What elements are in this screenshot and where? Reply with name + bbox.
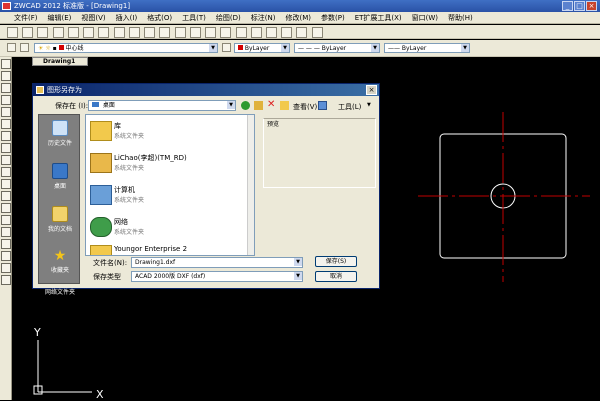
- file-type: 系统文件夹: [114, 229, 145, 236]
- filename-value: Drawing1.dxf: [135, 259, 176, 266]
- list-item[interactable]: Youngor Enterprise 2: [90, 243, 250, 255]
- file-list[interactable]: 库 系统文件夹 LiChao(李超)(TM_RD) 系统文件夹 计算机 系统文件…: [85, 114, 255, 256]
- dialog-title-bar: 图形另存为: [33, 84, 379, 96]
- star-icon: ★: [53, 248, 67, 264]
- place-desktop[interactable]: 桌面: [39, 163, 81, 201]
- history-icon: [52, 120, 68, 136]
- library-folder-icon: [90, 121, 112, 141]
- documents-icon: [52, 206, 68, 222]
- ucs-y-label: Y: [34, 326, 41, 339]
- file-type: 系统文件夹: [114, 133, 145, 140]
- place-favorites[interactable]: ★ 收藏夹: [39, 249, 81, 287]
- cancel-button[interactable]: 取消: [315, 271, 357, 282]
- dialog-app-icon: [36, 86, 44, 94]
- place-network[interactable]: 网络文件夹: [39, 287, 81, 303]
- filetype-value: ACAD 2000版 DXF (dxf): [135, 273, 206, 280]
- file-name: 计算机: [114, 186, 135, 194]
- file-type: 系统文件夹: [114, 197, 145, 204]
- save-as-dialog: 图形另存为 × 保存在 (I): 桌面 ▼ ✕ 查看(V) 工具(L) ▼ 历史…: [32, 83, 380, 296]
- file-name: 库: [114, 122, 121, 130]
- user-folder-icon: [90, 153, 112, 173]
- save-button[interactable]: 保存(S): [315, 256, 357, 267]
- ucs-x-label: X: [96, 388, 104, 401]
- save-in-dropdown[interactable]: 桌面 ▼: [88, 100, 236, 111]
- chevron-down-icon: ▼: [294, 272, 302, 280]
- file-name: Youngor Enterprise 2: [114, 245, 188, 253]
- filename-label: 文件名(N):: [93, 259, 128, 267]
- filetype-dropdown[interactable]: ACAD 2000版 DXF (dxf) ▼: [131, 271, 303, 282]
- place-label: 我的文档: [47, 226, 72, 233]
- place-label: 收藏夹: [50, 267, 69, 274]
- place-label: 网络文件夹: [44, 289, 75, 296]
- file-list-scrollbar[interactable]: [247, 115, 254, 255]
- list-item[interactable]: 库 系统文件夹: [90, 119, 250, 145]
- place-documents[interactable]: 我的文档: [39, 206, 81, 244]
- back-icon[interactable]: [241, 101, 250, 110]
- file-name: 网络: [114, 218, 128, 226]
- list-item[interactable]: 计算机 系统文件夹: [90, 183, 250, 209]
- network-icon: [90, 217, 112, 237]
- file-type: 系统文件夹: [114, 165, 145, 172]
- save-in-label: 保存在 (I):: [55, 102, 89, 110]
- place-history[interactable]: 历史文件: [39, 120, 81, 158]
- place-label: 桌面: [53, 183, 66, 190]
- place-label: 历史文件: [47, 140, 72, 147]
- dialog-title: 图形另存为: [47, 86, 82, 94]
- file-name: LiChao(李超)(TM_RD): [114, 154, 187, 162]
- list-item[interactable]: 网络 系统文件夹: [90, 215, 250, 241]
- tools-menu[interactable]: 工具(L): [338, 102, 361, 112]
- folder-icon: [90, 245, 112, 255]
- delete-icon[interactable]: ✕: [267, 99, 275, 110]
- save-in-value: 桌面: [102, 102, 115, 109]
- desktop-icon: [52, 163, 68, 179]
- computer-icon: [90, 185, 112, 205]
- desktop-folder-icon: [92, 102, 99, 107]
- preview-box: [263, 118, 376, 188]
- chevron-down-icon: ▼: [367, 102, 371, 108]
- view-menu[interactable]: 查看(V): [293, 102, 317, 112]
- dialog-close-button[interactable]: ×: [366, 85, 377, 95]
- new-folder-icon[interactable]: [280, 101, 289, 110]
- list-item[interactable]: LiChao(李超)(TM_RD) 系统文件夹: [90, 151, 250, 177]
- places-bar: 历史文件 桌面 我的文档 ★ 收藏夹 网络文件夹: [38, 114, 81, 296]
- chevron-down-icon: ▼: [227, 101, 235, 109]
- up-folder-icon[interactable]: [254, 101, 263, 110]
- view-icon[interactable]: [318, 101, 327, 110]
- chevron-down-icon: ▼: [294, 258, 302, 266]
- filetype-label: 保存类型: [93, 273, 121, 281]
- filename-input[interactable]: Drawing1.dxf ▼: [131, 257, 303, 268]
